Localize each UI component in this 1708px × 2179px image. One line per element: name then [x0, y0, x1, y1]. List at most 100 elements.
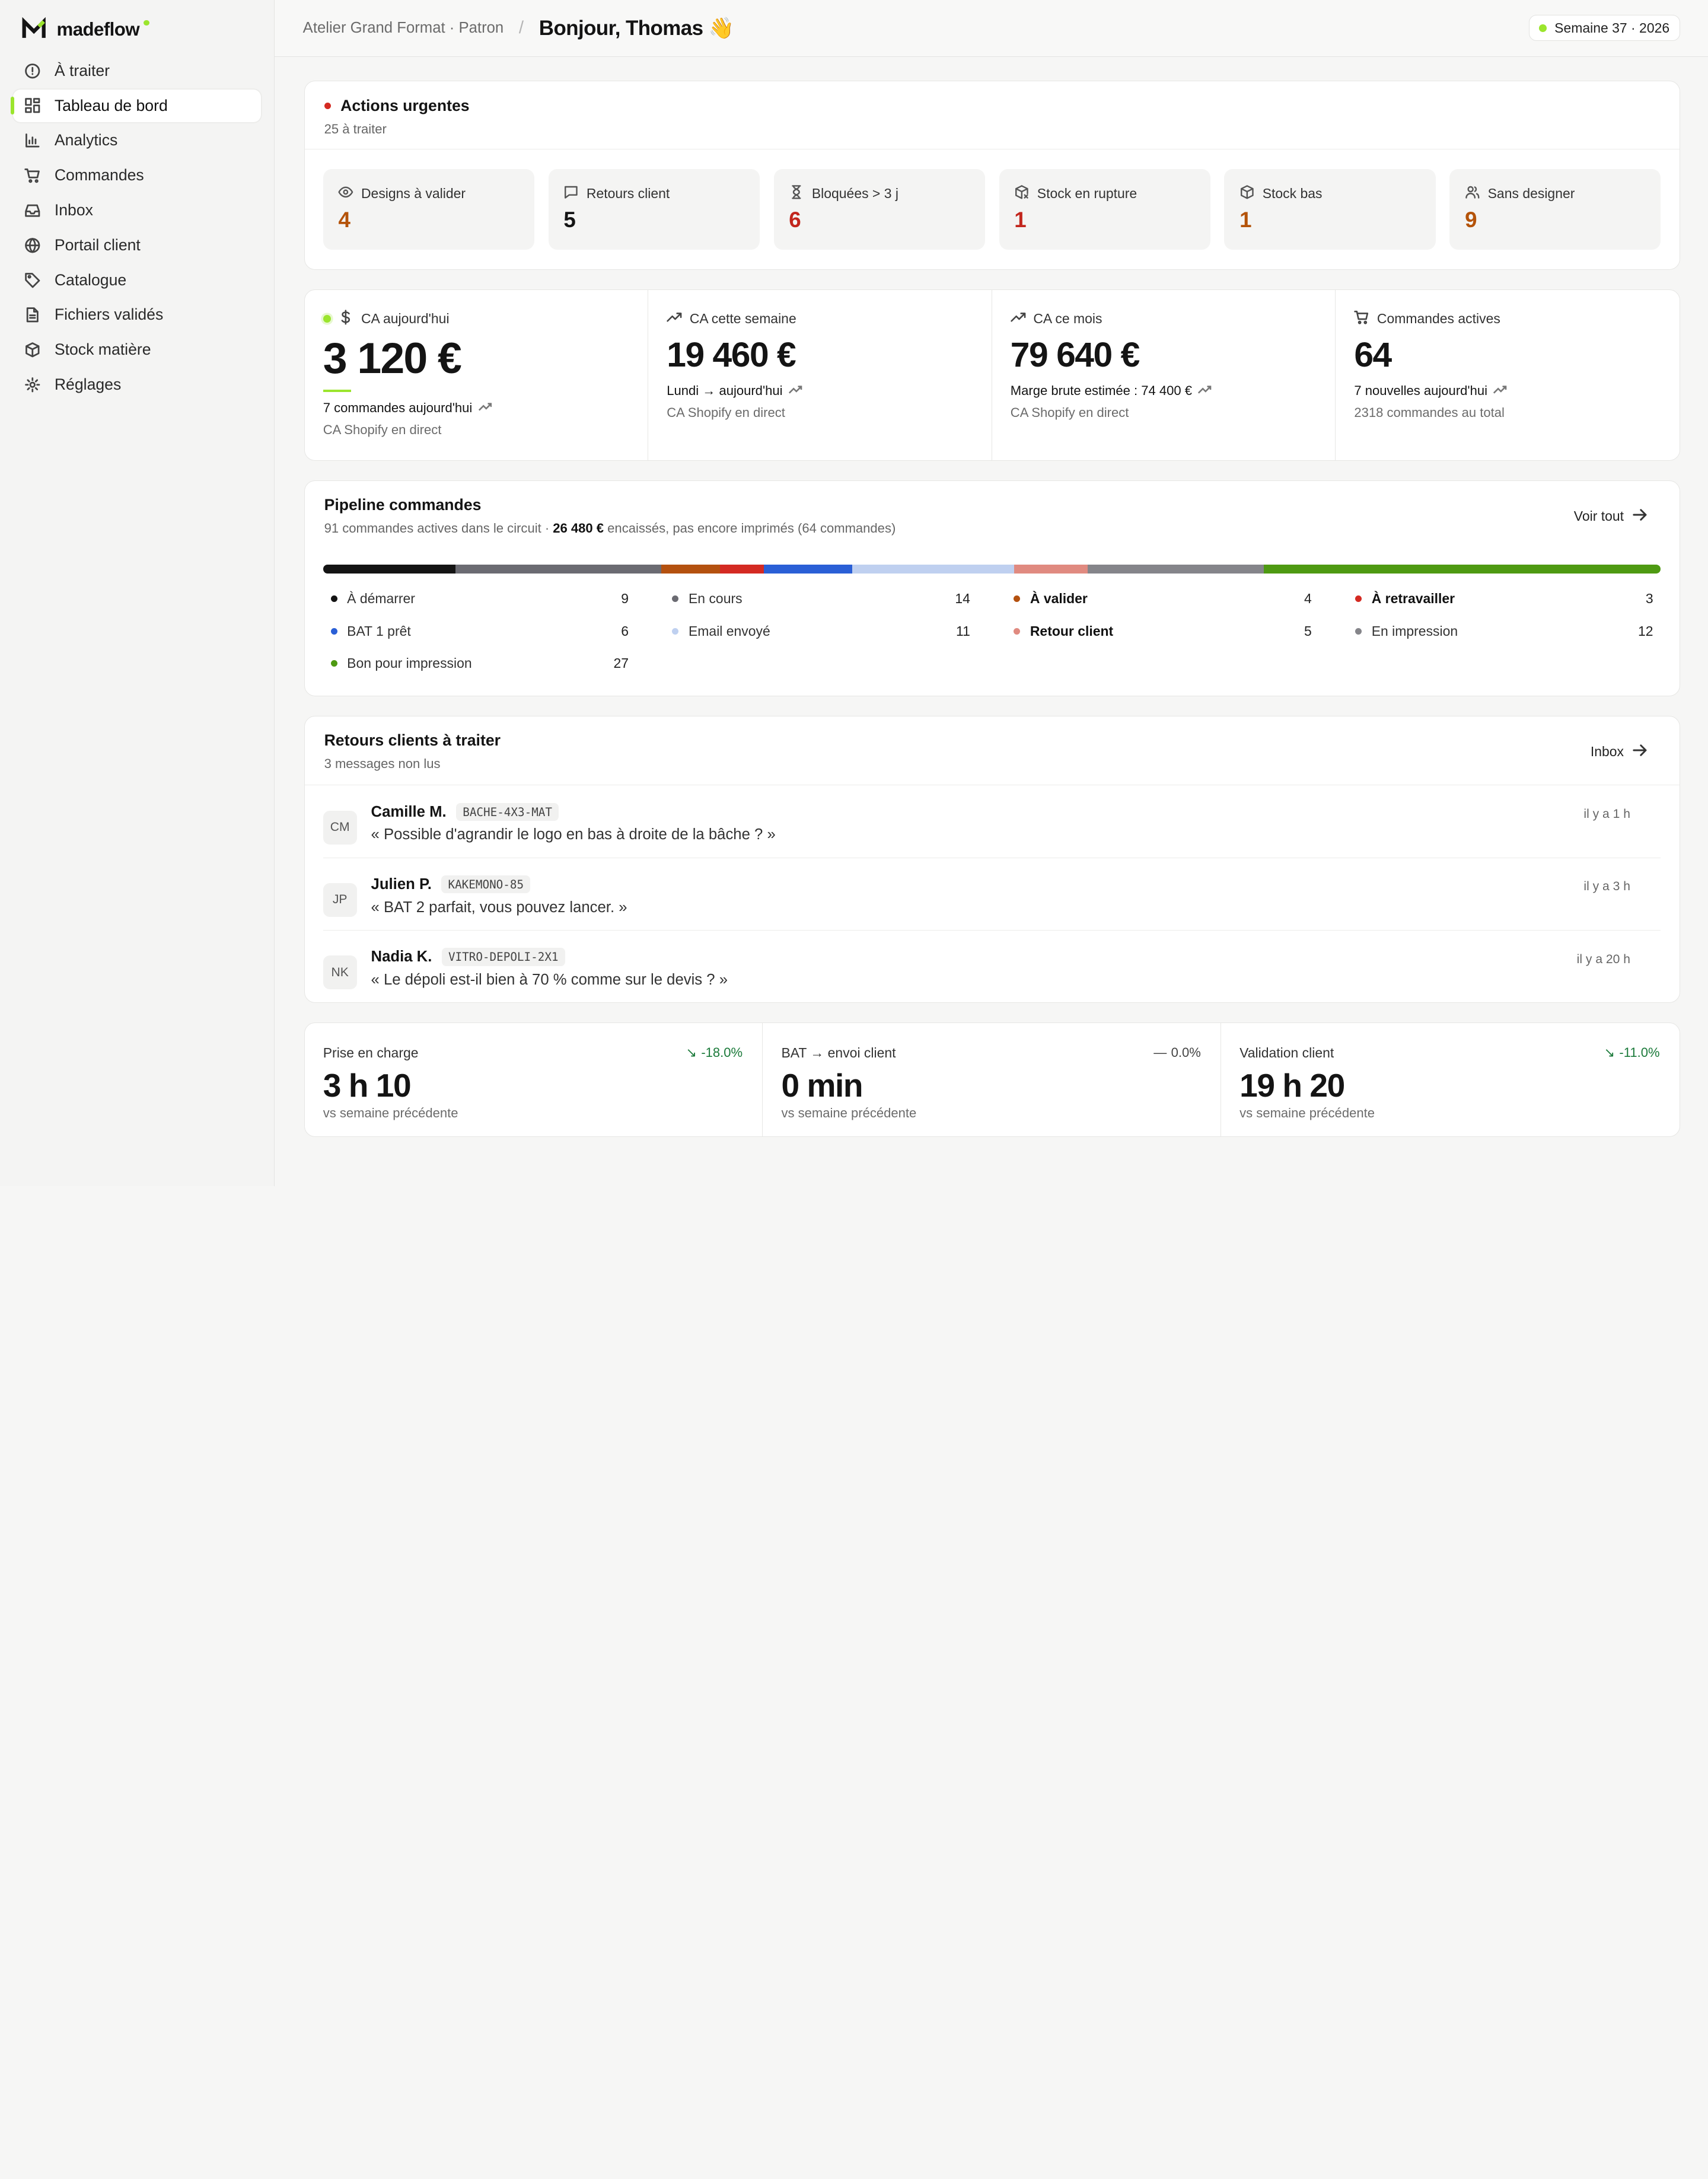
- metric-prise-en-charge[interactable]: Prise en charge ↘ -18.0% 3 h 10 vs semaine…: [305, 1023, 763, 1136]
- message-time: il y a 3 h: [1583, 880, 1631, 894]
- stage-count: 27: [613, 655, 629, 671]
- sidebar: madeflow À traiter Tableau de bord Analy…: [0, 0, 275, 1187]
- globe-icon: [24, 237, 41, 254]
- sidebar-item-tableau-de-bord[interactable]: Tableau de bord: [11, 89, 261, 122]
- stage-dot: [330, 660, 337, 667]
- pipeline-stage[interactable]: En cours 14: [672, 591, 970, 607]
- message-row[interactable]: NK Nadia K. VITRO-DEPOLI-2X1 « Le dépoli …: [323, 931, 1661, 1002]
- stage-count: 4: [1304, 591, 1312, 607]
- pipeline-stage[interactable]: Retour client 5: [1014, 623, 1312, 639]
- file-icon: [24, 306, 41, 323]
- metric-delta: ↘ -18.0%: [686, 1045, 743, 1060]
- tag-icon: [24, 271, 41, 288]
- stage-name: Retour client: [1030, 623, 1114, 639]
- brand-name: madeflow: [56, 18, 140, 40]
- sidebar-item-stock-matiere[interactable]: Stock matière: [13, 333, 261, 366]
- sidebar-item-a-traiter[interactable]: À traiter: [13, 55, 261, 87]
- metric-bat-envoi[interactable]: BAT → envoi client —0.0% 0 min vs semaine…: [763, 1023, 1221, 1136]
- see-all-link[interactable]: Voir tout: [1574, 508, 1647, 525]
- metric-delta: —0.0%: [1153, 1045, 1201, 1060]
- stage-count: 6: [621, 623, 629, 639]
- message-row[interactable]: CM Camille M. BACHE-4X3-MAT « Possible d'…: [323, 785, 1661, 858]
- stage-count: 3: [1645, 591, 1653, 607]
- stage-count: 5: [1304, 623, 1312, 639]
- message-text: « Le dépoli est-il bien à 70 % comme sur…: [371, 971, 728, 988]
- sidebar-item-label: Inbox: [54, 200, 93, 219]
- sidebar-item-reglages[interactable]: Réglages: [13, 368, 261, 401]
- sidebar-item-label: Fichiers validés: [54, 305, 164, 324]
- eye-icon: [338, 184, 353, 203]
- pipeline-segment: [323, 565, 455, 574]
- stage-name: À retravailler: [1371, 591, 1455, 607]
- kpi-detail: Marge brute estimée : 74 400 €: [1010, 383, 1192, 399]
- pipeline-stage[interactable]: Bon pour impression 27: [330, 655, 629, 671]
- sidebar-item-analytics[interactable]: Analytics: [13, 124, 261, 157]
- stage-name: En impression: [1371, 623, 1458, 639]
- kpi-ca-today[interactable]: CA aujourd'hui 3 120 € 7 commandes aujou…: [305, 289, 649, 460]
- brand[interactable]: madeflow: [13, 15, 261, 55]
- sidebar-item-commandes[interactable]: Commandes: [13, 159, 261, 192]
- urgent-actions-card: Actions urgentes 25 à traiter Designs à …: [304, 80, 1680, 270]
- week-label: Semaine 37 · 2026: [1554, 20, 1670, 36]
- sidebar-item-catalogue[interactable]: Catalogue: [13, 264, 261, 297]
- metric-sub: vs semaine précédente: [1239, 1105, 1375, 1120]
- urgent-tile-bloquees[interactable]: Bloquées > 3 j 6: [773, 168, 985, 250]
- pipeline-stage[interactable]: À démarrer 9: [330, 591, 629, 607]
- sidebar-item-portail-client[interactable]: Portail client: [13, 229, 261, 262]
- gear-icon: [24, 376, 41, 393]
- pipeline-subtitle: 91 commandes actives dans le circuit · 2…: [324, 521, 896, 536]
- pipeline-stage[interactable]: BAT 1 prêt 6: [330, 623, 629, 639]
- metric-validation-client[interactable]: Validation client ↘ -11.0% 19 h 20 vs sema…: [1221, 1023, 1680, 1136]
- pipeline-stage[interactable]: À valider 4: [1014, 591, 1312, 607]
- week-badge[interactable]: Semaine 37 · 2026: [1528, 15, 1680, 42]
- pipeline-stage[interactable]: Email envoyé 11: [672, 623, 970, 639]
- sidebar-item-label: Analytics: [54, 131, 118, 149]
- message-row[interactable]: JP Julien P. KAKEMONO-85 « BAT 2 parfait,…: [323, 858, 1661, 931]
- kpi-label: Commandes actives: [1376, 311, 1500, 327]
- urgent-tile-stock-bas[interactable]: Stock bas 1: [1224, 168, 1436, 250]
- returns-title: Retours clients à traiter: [324, 731, 501, 750]
- urgent-tile-retours[interactable]: Retours client 5: [548, 168, 760, 250]
- pipeline-legend: À démarrer 9 En cours 14 À valider 4 À retrava…: [305, 574, 1680, 696]
- bar-chart-icon: [24, 132, 41, 149]
- inbox-link[interactable]: Inbox: [1591, 744, 1647, 760]
- alert-circle-icon: [24, 62, 41, 79]
- pipeline-segment: [1087, 565, 1264, 574]
- pipeline-stage[interactable]: En impression 12: [1355, 623, 1653, 639]
- kpi-label: CA aujourd'hui: [361, 311, 450, 327]
- arrow-right-icon: [1633, 744, 1647, 760]
- dashboard-icon: [24, 97, 41, 114]
- trending-up-icon: [667, 310, 682, 329]
- cart-icon: [1354, 310, 1369, 329]
- message-time: il y a 1 h: [1583, 807, 1631, 821]
- pipeline-stage[interactable]: À retravailler 3: [1355, 591, 1653, 607]
- tile-label: Retours client: [586, 185, 670, 201]
- urgent-tile-stock-rupture[interactable]: Stock en rupture 1: [999, 168, 1210, 250]
- urgent-tile-designs[interactable]: Designs à valider 4: [323, 168, 534, 250]
- message-time: il y a 20 h: [1576, 952, 1631, 966]
- tile-value: 1: [1239, 207, 1252, 232]
- kpi-accent-underline: [323, 390, 352, 392]
- metric-label: Validation client: [1239, 1044, 1334, 1060]
- kpi-detail: 7 nouvelles aujourd'hui: [1354, 383, 1488, 399]
- pipeline-segment: [455, 565, 661, 574]
- madeflow-logo-icon: [22, 17, 46, 41]
- kpi-active-orders[interactable]: Commandes actives 64 7 nouvelles aujourd…: [1336, 290, 1680, 460]
- breadcrumb[interactable]: Atelier Grand Format · Patron: [303, 20, 504, 37]
- sidebar-item-inbox[interactable]: Inbox: [13, 194, 261, 227]
- returns-subtitle: 3 messages non lus: [324, 756, 441, 772]
- message-text: « BAT 2 parfait, vous pouvez lancer. »: [371, 899, 627, 916]
- trending-down-icon: ↘: [686, 1045, 697, 1060]
- hourglass-icon: [789, 184, 804, 203]
- sidebar-item-fichiers-valides[interactable]: Fichiers validés: [13, 298, 261, 331]
- stage-dot: [330, 627, 337, 635]
- kpi-label: CA cette semaine: [689, 311, 796, 327]
- trending-up-icon: [788, 383, 802, 399]
- metric-value: 19 h 20: [1239, 1067, 1345, 1104]
- urgent-tile-sans-designer[interactable]: Sans designer 9: [1449, 168, 1661, 250]
- returns-card: Retours clients à traiter 3 messages non…: [304, 715, 1680, 1004]
- kpi-ca-week[interactable]: CA cette semaine 19 460 € Lundi → aujour…: [648, 289, 992, 460]
- tile-label: Sans designer: [1487, 185, 1575, 201]
- kpi-ca-month[interactable]: CA ce mois 79 640 € Marge brute estimée …: [992, 289, 1336, 460]
- kpi-source: 2318 commandes au total: [1354, 405, 1505, 420]
